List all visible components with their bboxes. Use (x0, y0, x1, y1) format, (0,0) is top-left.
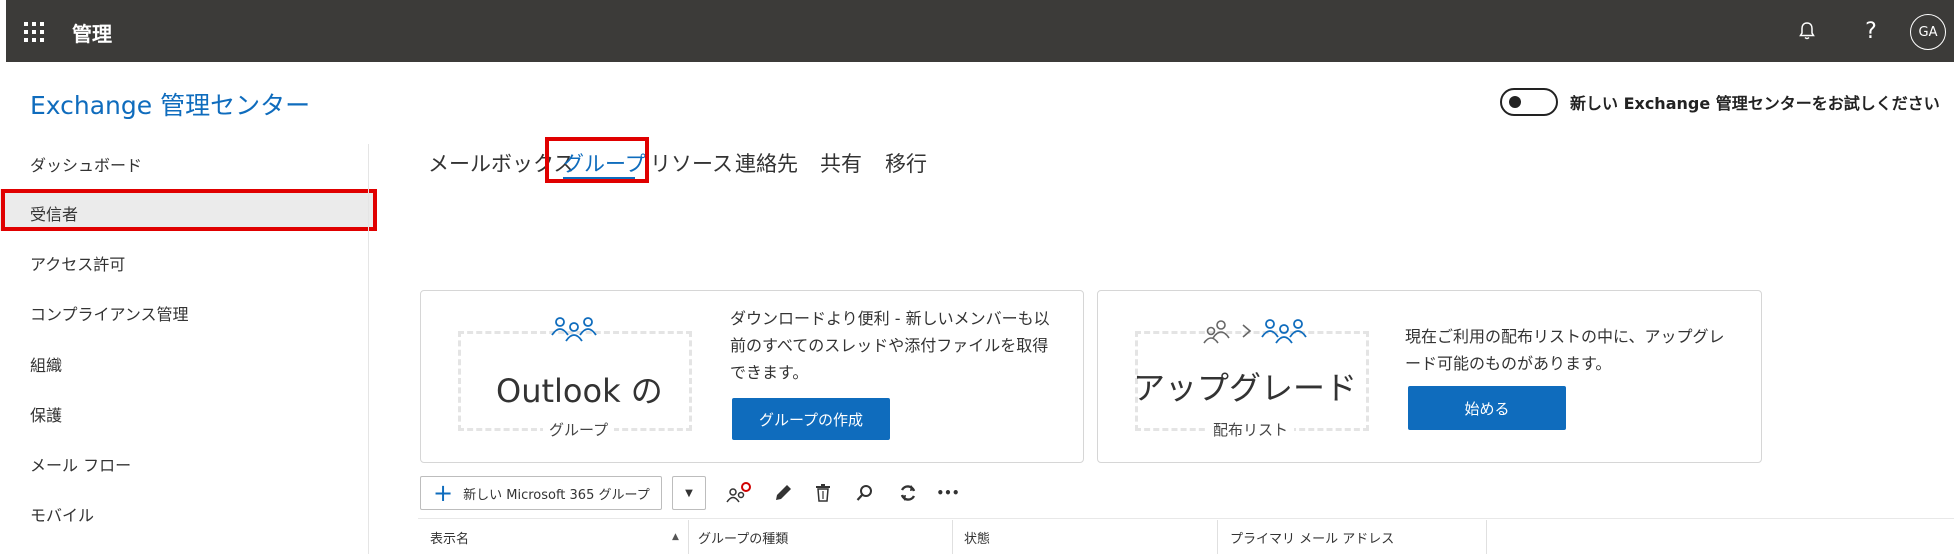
tab-resources[interactable]: リソース (650, 148, 733, 178)
new-eac-toggle-group: 新しい Exchange 管理センターをお試しください (1500, 88, 1940, 116)
sort-ascending-icon[interactable]: ▲ (672, 532, 679, 542)
start-upgrade-button[interactable]: 始める (1408, 386, 1566, 430)
column-separator (952, 520, 953, 554)
upgrade-desc-line1: 現在ご利用の配布リストの中に、アップグレ (1405, 327, 1725, 346)
top-bar: 管理 ? GA (6, 0, 1954, 62)
sidebar-item-protection[interactable]: 保護 (30, 402, 62, 426)
delete-trash-icon[interactable] (810, 480, 836, 506)
column-separator (1486, 520, 1487, 554)
create-group-button[interactable]: グループの作成 (732, 398, 890, 440)
sidebar-item-organization[interactable]: 組織 (30, 352, 62, 376)
help-icon[interactable]: ? (1854, 14, 1888, 48)
upgrade-graphic-subtitle: 配布リスト (1207, 419, 1295, 440)
app-title: 管理 (72, 22, 112, 46)
sidebar-item-permissions[interactable]: アクセス許可 (30, 251, 125, 275)
tab-highlight-box (545, 137, 649, 183)
upgrade-graphic-title: アップグレード (1133, 369, 1358, 407)
avatar[interactable]: GA (1910, 14, 1946, 50)
upgrade-group-icon (1200, 315, 1312, 353)
upgrade-desc-line2: ード可能のものがあります。 (1405, 354, 1612, 373)
tab-migration[interactable]: 移行 (885, 148, 927, 178)
app-launcher-icon[interactable] (24, 22, 44, 42)
page-title: Exchange 管理センター (30, 91, 311, 120)
sidebar-highlight-box (1, 189, 377, 231)
search-icon[interactable] (852, 480, 878, 506)
outlook-desc-line2: 前のすべてのスレッドや添付ファイルを取得 (730, 336, 1049, 355)
outlook-desc-line1: ダウンロードより便利 - 新しいメンバーも以 (730, 309, 1050, 328)
people-icon (551, 313, 597, 351)
tab-sharing[interactable]: 共有 (820, 148, 862, 178)
outlook-card-description: ダウンロードより便利 - 新しいメンバーも以 前のすべてのスレッドや添付ファイル… (730, 305, 1050, 386)
upgrade-distribution-list-card: アップグレード 配布リスト 現在ご利用の配布リストの中に、アップグレ ード可能の… (1097, 290, 1762, 463)
column-header-status[interactable]: 状態 (964, 528, 990, 547)
outlook-desc-line3: できます。 (730, 363, 809, 382)
column-separator (688, 520, 689, 554)
sidebar-item-compliance[interactable]: コンプライアンス管理 (30, 301, 189, 325)
toggle-knob (1509, 96, 1521, 108)
column-separator (1217, 520, 1218, 554)
outlook-graphic-subtitle: グループ (543, 419, 615, 440)
toggle-label: 新しい Exchange 管理センターをお試しください (1570, 94, 1940, 113)
column-header-display-name[interactable]: 表示名 (430, 528, 469, 547)
column-header-primary-email[interactable]: プライマリ メール アドレス (1230, 528, 1394, 547)
bell-icon[interactable] (1790, 14, 1824, 48)
upgrade-card-description: 現在ご利用の配布リストの中に、アップグレ ード可能のものがあります。 (1405, 323, 1725, 377)
chevron-down-icon: ▼ (685, 487, 693, 499)
new-dropdown-button[interactable]: ▼ (672, 476, 706, 510)
sidebar-item-mobile[interactable]: モバイル (30, 502, 94, 526)
sidebar-item-dashboard[interactable]: ダッシュボード (30, 152, 142, 176)
more-options-icon[interactable]: ••• (935, 480, 961, 506)
remove-members-icon[interactable] (726, 480, 752, 506)
tab-contacts[interactable]: 連絡先 (735, 148, 798, 178)
plus-icon: + (433, 479, 454, 507)
outlook-groups-card: Outlook の グループ ダウンロードより便利 - 新しいメンバーも以 前の… (420, 290, 1084, 463)
edit-pencil-icon[interactable] (770, 480, 796, 506)
new-eac-toggle[interactable] (1500, 88, 1558, 116)
sidebar-divider (368, 144, 369, 554)
new-microsoft-365-group-button[interactable]: + 新しい Microsoft 365 グループ (420, 476, 662, 510)
sidebar-item-mail-flow[interactable]: メール フロー (30, 452, 131, 476)
column-header-group-type[interactable]: グループの種類 (698, 528, 788, 547)
new-group-label: 新しい Microsoft 365 グループ (463, 487, 650, 503)
table-header-top-line (418, 518, 1954, 519)
outlook-graphic-title: Outlook の (496, 372, 663, 410)
refresh-icon[interactable] (895, 480, 921, 506)
